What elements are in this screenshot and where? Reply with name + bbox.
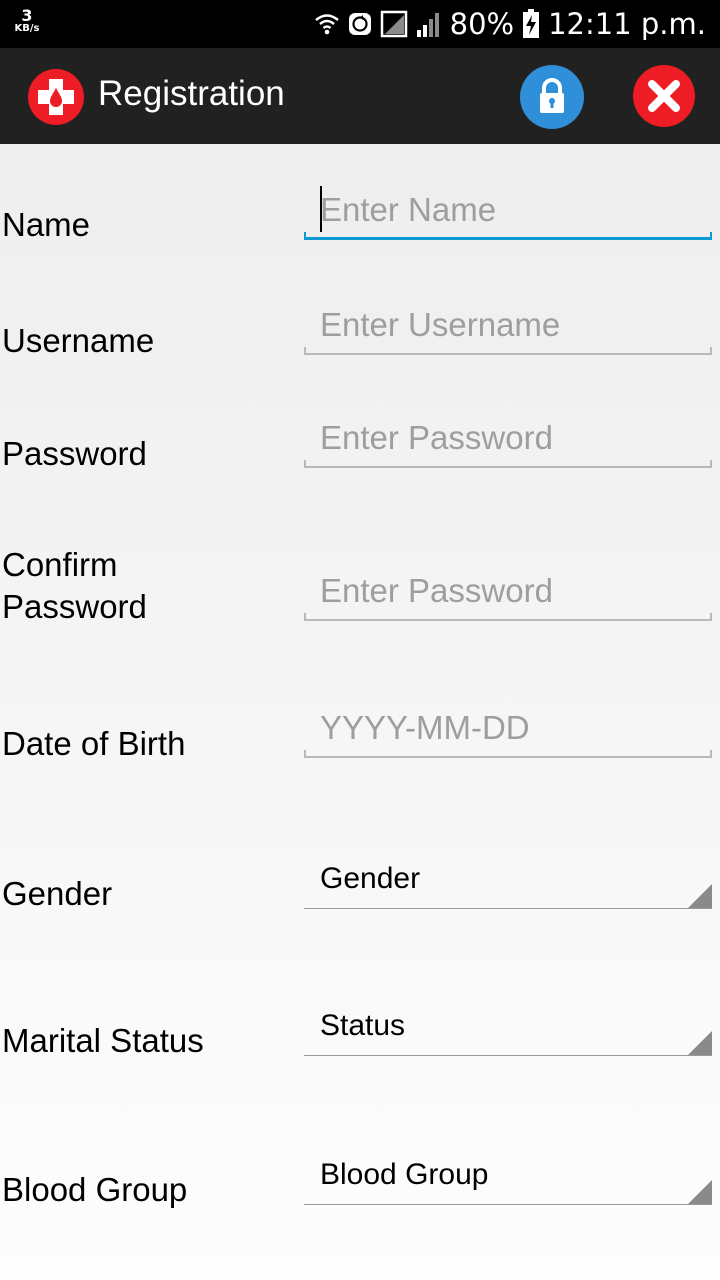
confirm-password-label-line2: Password	[2, 588, 147, 625]
username-input[interactable]	[304, 295, 712, 355]
dob-input[interactable]	[304, 698, 712, 758]
marital-status-dropdown[interactable]: Status	[304, 1004, 712, 1056]
blood-donation-cross-icon	[28, 69, 84, 125]
password-input[interactable]	[304, 408, 712, 468]
username-underline	[304, 347, 712, 355]
marital-status-selected: Status	[320, 1009, 406, 1042]
cell-signal-icon	[416, 13, 439, 37]
blood-group-underline	[304, 1204, 712, 1205]
battery-charging-icon	[523, 9, 540, 38]
battery-percent: 80%	[449, 7, 515, 41]
name-field[interactable]	[304, 180, 712, 240]
blood-group-label: Blood Group	[2, 1171, 188, 1208]
gender-underline	[304, 908, 712, 909]
confirm-password-field[interactable]	[304, 561, 712, 621]
password-underline	[304, 460, 712, 468]
status-bar: 3 KB/s 80% 12:11 p.m.	[0, 0, 720, 48]
confirm-password-underline	[304, 613, 712, 621]
name-underline	[304, 232, 712, 240]
gender-dropdown[interactable]: Gender	[304, 857, 712, 909]
sync-icon	[348, 13, 371, 35]
close-icon[interactable]	[632, 64, 696, 128]
confirm-password-label: Confirm Password	[2, 544, 147, 628]
network-speed-value: 3	[21, 6, 33, 25]
blood-group-dropdown[interactable]: Blood Group	[304, 1153, 712, 1205]
app-bar: Registration	[0, 48, 720, 144]
gender-selected: Gender	[320, 862, 421, 895]
password-label: Password	[2, 435, 147, 472]
clock: 12:11 p.m.	[548, 7, 706, 41]
dropdown-triangle-icon	[688, 884, 712, 908]
dob-label: Date of Birth	[2, 725, 186, 762]
dropdown-triangle-icon	[688, 1180, 712, 1204]
confirm-password-label-line1: Confirm	[2, 546, 118, 583]
status-icons: 80% 12:11 p.m.	[314, 0, 706, 48]
dob-field[interactable]	[304, 698, 712, 758]
text-cursor	[320, 186, 322, 232]
confirm-password-input[interactable]	[304, 561, 712, 621]
marital-status-label: Marital Status	[2, 1022, 204, 1059]
network-speed-unit: KB/s	[14, 23, 40, 34]
name-label: Name	[2, 206, 91, 243]
password-field[interactable]	[304, 408, 712, 468]
wifi-icon	[314, 14, 339, 35]
dob-underline	[304, 750, 712, 758]
gender-label: Gender	[2, 875, 113, 912]
lock-icon[interactable]	[519, 64, 585, 130]
marital-status-underline	[304, 1055, 712, 1056]
name-input[interactable]	[304, 180, 712, 240]
no-sim-icon	[380, 10, 407, 38]
username-label: Username	[2, 322, 155, 359]
blood-group-selected: Blood Group	[320, 1158, 489, 1191]
network-speed: 3 KB/s	[10, 8, 44, 34]
dropdown-triangle-icon	[688, 1031, 712, 1055]
page-title: Registration	[98, 74, 285, 113]
username-field[interactable]	[304, 295, 712, 355]
